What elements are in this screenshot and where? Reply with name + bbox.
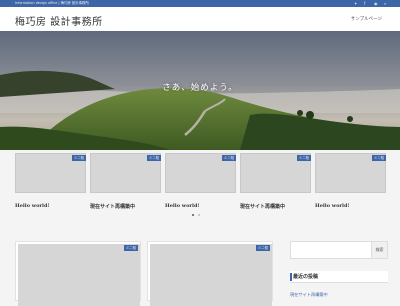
post-card[interactable]: ミニ知 <box>15 241 141 306</box>
twitter-icon[interactable]: ✦ <box>354 1 358 6</box>
card-title[interactable]: 現在サイト再構築中 <box>240 203 285 210</box>
nav-item-sample-page[interactable]: サンプルページ <box>351 16 382 22</box>
carousel-card[interactable]: ミニ知 現在サイト再構築中 <box>90 153 161 213</box>
pagination-dot[interactable] <box>192 214 194 216</box>
post-card[interactable]: ミニ知 <box>147 241 273 306</box>
post-thumbnail[interactable] <box>150 244 272 306</box>
top-bar: Information design office | 梅巧房 設計事務所 ✦ … <box>0 0 400 7</box>
recent-post-link[interactable]: 現在サイト再構築中 <box>290 292 328 298</box>
carousel-card[interactable]: ミニ知 Hello world! <box>165 153 236 213</box>
category-badge[interactable]: ミニ知 <box>296 155 311 161</box>
carousel-card[interactable]: ミニ知 Hello world! <box>15 153 86 213</box>
post-thumbnail[interactable] <box>18 244 140 306</box>
card-title[interactable]: Hello world! <box>15 203 50 209</box>
site-header: 梅巧房 設計事務所 サンプルページ <box>0 7 400 31</box>
category-badge[interactable]: ミニ知 <box>221 155 236 161</box>
category-badge[interactable]: ミニ知 <box>71 155 86 161</box>
sidebar: 検索 最近の投稿 現在サイト再構築中 <box>284 241 394 300</box>
main-content: ミニ知 ミニ知 検索 最近の投稿 現在サイト再構築中 <box>0 229 400 306</box>
carousel-pagination <box>192 214 200 216</box>
carousel-card[interactable]: ミニ知 現在サイト再構築中 <box>240 153 311 213</box>
card-title[interactable]: 現在サイト再構築中 <box>90 203 135 210</box>
carousel-card[interactable]: ミニ知 Hello world! <box>315 153 386 213</box>
site-title[interactable]: 梅巧房 設計事務所 <box>15 13 103 28</box>
site-tagline: Information design office | 梅巧房 設計事務所 <box>15 1 89 5</box>
card-title[interactable]: Hello world! <box>165 203 200 209</box>
search-button[interactable]: 検索 <box>371 242 387 258</box>
rss-icon[interactable]: ◉ <box>374 1 378 6</box>
recent-posts-heading: 最近の投稿 <box>290 271 388 283</box>
hero-image: さあ、始めよう。 <box>0 31 400 150</box>
featured-carousel: ミニ知 Hello world! ミニ知 現在サイト再構築中 ミニ知 Hello… <box>0 153 400 213</box>
card-title[interactable]: Hello world! <box>315 203 350 209</box>
category-badge[interactable]: ミニ知 <box>123 245 138 251</box>
search-input[interactable]: 検索 <box>290 241 388 259</box>
hero-caption: さあ、始めよう。 <box>162 83 238 93</box>
category-badge[interactable]: ミニ知 <box>371 155 386 161</box>
facebook-icon[interactable]: f <box>364 1 368 6</box>
category-badge[interactable]: ミニ知 <box>255 245 270 251</box>
search-icon[interactable]: ⌕ <box>384 1 388 6</box>
pagination-dot[interactable] <box>198 214 200 216</box>
category-badge[interactable]: ミニ知 <box>146 155 161 161</box>
social-icons: ✦ f ◉ ⌕ <box>354 0 388 7</box>
